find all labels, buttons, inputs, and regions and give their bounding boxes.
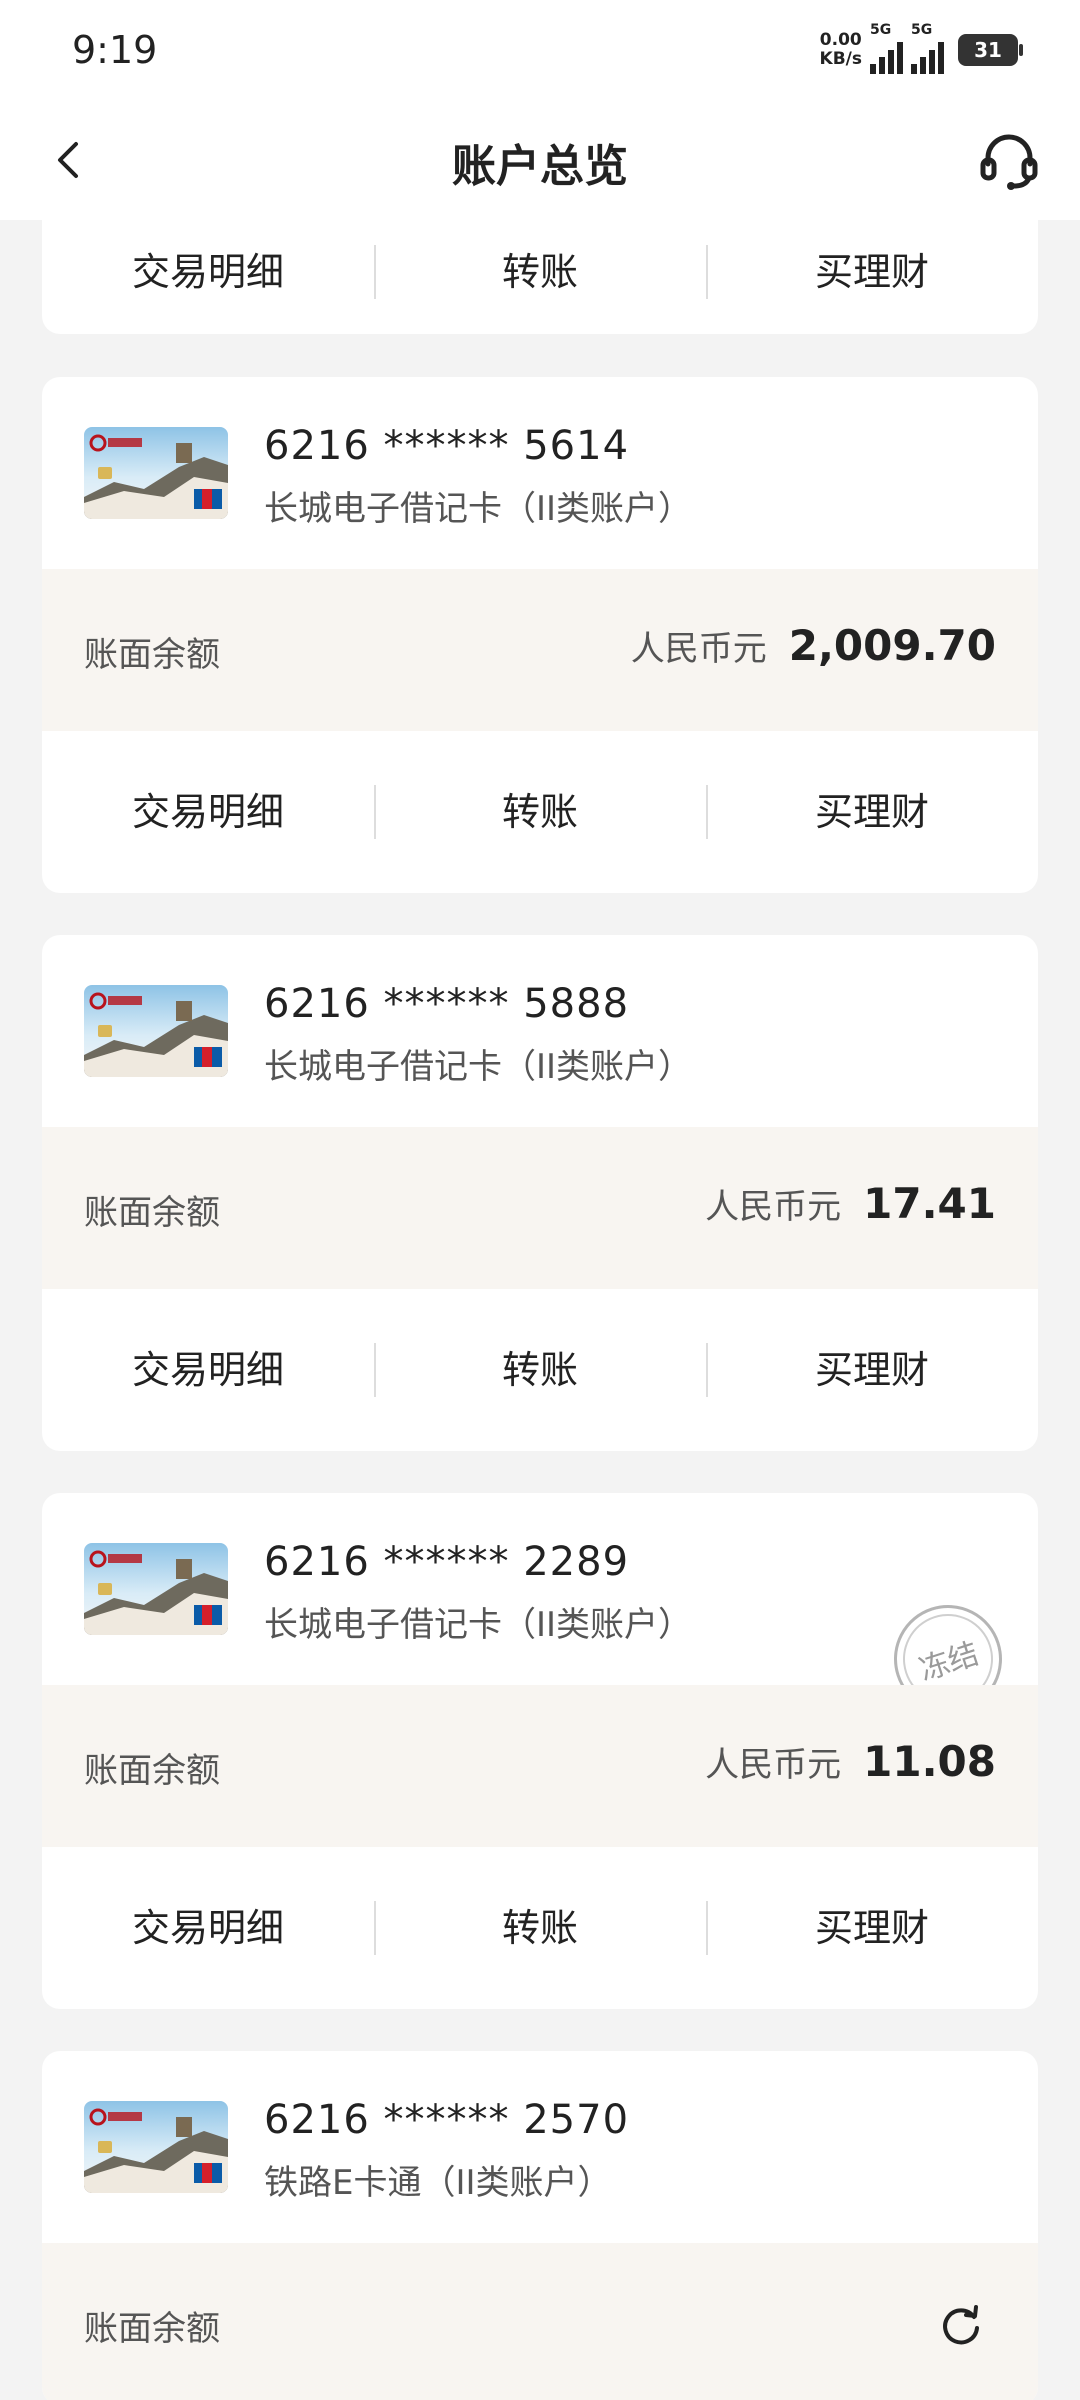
transaction-details-button[interactable]: 交易明细	[42, 1901, 374, 1955]
network-speed: 0.00 KB/s	[820, 31, 862, 69]
account-card[interactable]: 6216 ****** 2289 长城电子借记卡（II类账户） 冻结 账面余额 …	[42, 1493, 1038, 2009]
buy-wealth-button[interactable]: 买理财	[706, 785, 1038, 839]
transfer-button[interactable]: 转账	[374, 1343, 706, 1397]
buy-wealth-button[interactable]: 买理财	[706, 1901, 1038, 1955]
balance-label: 账面余额	[84, 635, 220, 675]
card-type: 铁路E卡通（II类账户）	[264, 2163, 612, 2203]
signal-label: 5G	[911, 22, 933, 38]
account-header[interactable]: 6216 ****** 5614 长城电子借记卡（II类账户）	[42, 377, 1038, 569]
battery-icon: 31	[958, 34, 1023, 66]
balance-label: 账面余额	[84, 2309, 220, 2349]
balance-amount: 2,009.70	[788, 621, 996, 670]
account-card[interactable]: 6216 ****** 5888 长城电子借记卡（II类账户） 账面余额 人民币…	[42, 935, 1038, 1451]
currency-label: 人民币元	[705, 1745, 842, 1785]
nav-bar: 账户总览	[0, 100, 1080, 220]
status-bar: 9:19 0.00 KB/s 5G 5G 31	[0, 0, 1080, 100]
account-card[interactable]: 6216 ****** 5614 长城电子借记卡（II类账户） 账面余额 人民币…	[42, 377, 1038, 893]
transfer-button[interactable]: 转账	[374, 245, 706, 299]
card-type: 长城电子借记卡（II类账户）	[264, 489, 693, 529]
card-number: 6216 ****** 2289	[264, 1539, 630, 1585]
signal-icon: 5G	[911, 22, 944, 74]
buy-wealth-button[interactable]: 买理财	[706, 245, 1038, 299]
transfer-button[interactable]: 转账	[374, 1901, 706, 1955]
page-title: 账户总览	[452, 141, 628, 192]
status-indicators: 0.00 KB/s 5G 5G 31	[820, 22, 1023, 74]
balance-value: 人民币元 11.08	[705, 1737, 996, 1786]
balance-row: 账面余额	[42, 2243, 1038, 2400]
refresh-balance-button[interactable]	[936, 2301, 986, 2351]
currency-label: 人民币元	[705, 1187, 842, 1227]
account-actions: 交易明细 转账 买理财	[42, 731, 1038, 893]
balance-row: 账面余额 人民币元 2,009.70	[42, 569, 1038, 731]
account-list[interactable]: 交易明细 转账 买理财 6216 ****** 5614 长城电子借记卡（II类…	[0, 220, 1080, 2400]
transaction-details-button[interactable]: 交易明细	[42, 785, 374, 839]
bank-card-image	[84, 427, 228, 519]
account-card[interactable]: 6216 ****** 2570 铁路E卡通（II类账户） 账面余额	[42, 2051, 1038, 2400]
signal-icon: 5G	[870, 22, 903, 74]
network-speed-value: 0.00	[819, 30, 862, 50]
account-header[interactable]: 6216 ****** 2570 铁路E卡通（II类账户）	[42, 2051, 1038, 2243]
card-type: 长城电子借记卡（II类账户）	[264, 1605, 693, 1645]
balance-value: 人民币元 17.41	[705, 1179, 996, 1228]
refresh-icon	[943, 2305, 979, 2345]
balance-label: 账面余额	[84, 1193, 220, 1233]
bank-card-image	[84, 1543, 228, 1635]
transaction-details-button[interactable]: 交易明细	[42, 245, 374, 299]
account-header[interactable]: 6216 ****** 5888 长城电子借记卡（II类账户）	[42, 935, 1038, 1127]
headset-icon	[980, 134, 1038, 190]
network-speed-unit: KB/s	[819, 49, 862, 69]
balance-amount: 11.08	[863, 1737, 996, 1786]
bank-card-image	[84, 985, 228, 1077]
bank-card-image	[84, 2101, 228, 2193]
account-header[interactable]: 6216 ****** 2289 长城电子借记卡（II类账户） 冻结	[42, 1493, 1038, 1728]
balance-label: 账面余额	[84, 1751, 220, 1791]
balance-value: 人民币元 2,009.70	[631, 621, 996, 670]
signal-label: 5G	[870, 22, 892, 38]
transaction-details-button[interactable]: 交易明细	[42, 1343, 374, 1397]
transfer-button[interactable]: 转账	[374, 785, 706, 839]
account-actions: 交易明细 转账 买理财	[42, 220, 1038, 334]
currency-label: 人民币元	[630, 629, 767, 669]
account-card: 交易明细 转账 买理财	[42, 220, 1038, 334]
balance-row: 账面余额 人民币元 11.08	[42, 1685, 1038, 1847]
account-actions: 交易明细 转账 买理财	[42, 1289, 1038, 1451]
buy-wealth-button[interactable]: 买理财	[706, 1343, 1038, 1397]
status-time: 9:19	[72, 28, 158, 72]
card-number: 6216 ****** 5888	[264, 981, 630, 1027]
card-number: 6216 ****** 5614	[264, 423, 630, 469]
card-type: 长城电子借记卡（II类账户）	[264, 1047, 693, 1087]
account-actions: 交易明细 转账 买理财	[42, 1847, 1038, 2009]
balance-amount: 17.41	[863, 1179, 996, 1228]
balance-row: 账面余额 人民币元 17.41	[42, 1127, 1038, 1289]
card-number: 6216 ****** 2570	[264, 2097, 630, 2143]
customer-service-button[interactable]	[974, 126, 1044, 196]
